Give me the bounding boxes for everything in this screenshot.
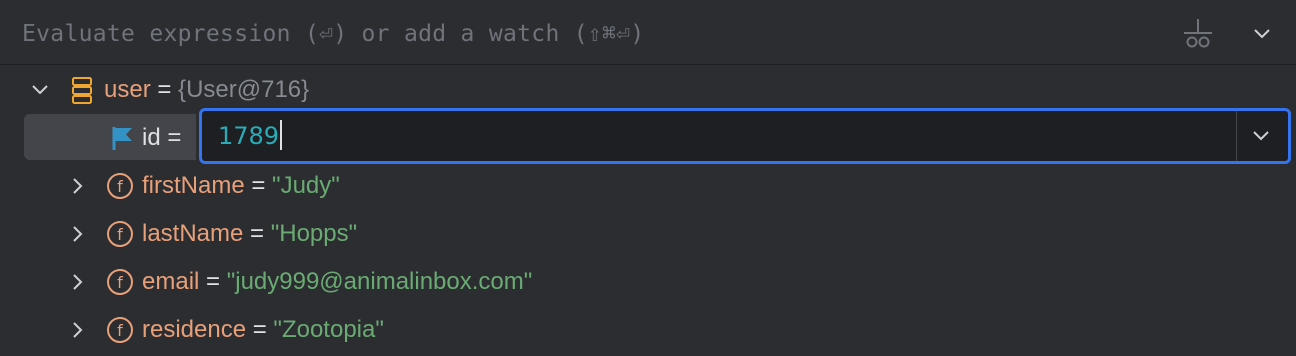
svg-text:f: f xyxy=(117,273,123,292)
chevron-right-icon[interactable] xyxy=(66,319,88,341)
chevron-down-icon[interactable] xyxy=(1248,123,1274,149)
variable-label: residence = "Zootopia" xyxy=(142,306,384,354)
variable-label: user = {User@716} xyxy=(104,66,309,114)
tree-row-user[interactable]: user = {User@716} xyxy=(0,66,1296,114)
equals-sign: = xyxy=(246,316,274,343)
variable-value: "Judy" xyxy=(272,172,340,199)
variable-label: firstName = "Judy" xyxy=(142,162,340,210)
variable-label: id = xyxy=(142,114,188,162)
field-f-icon: f xyxy=(107,221,133,247)
variable-name: firstName xyxy=(142,172,245,199)
equals-sign: = xyxy=(160,124,189,151)
value-edit-input[interactable]: 1789 xyxy=(218,111,283,161)
tree-row-field[interactable]: f email = "judy999@animalinbox.com" xyxy=(0,258,1296,306)
equals-sign: = xyxy=(243,220,271,247)
variable-name: email xyxy=(142,268,200,295)
edit-value-text: 1789 xyxy=(218,122,280,150)
chevron-right-icon[interactable] xyxy=(66,271,88,293)
equals-sign: = xyxy=(244,172,273,199)
evaluate-bar: Evaluate expression (⏎) or add a watch (… xyxy=(0,0,1296,65)
equals-sign: = xyxy=(150,76,179,103)
evaluate-expression-input[interactable]: Evaluate expression (⏎) or add a watch (… xyxy=(22,14,1122,54)
field-f-icon: f xyxy=(107,317,133,343)
object-stack-icon xyxy=(72,77,92,104)
text-caret xyxy=(280,120,283,150)
variable-value: "Hopps" xyxy=(270,220,358,247)
value-edit-field[interactable]: 1789 xyxy=(199,108,1291,164)
variable-label: lastName = "Hopps" xyxy=(142,210,357,258)
variable-value: "judy999@animalinbox.com" xyxy=(226,268,533,295)
flag-icon xyxy=(112,127,132,150)
svg-text:f: f xyxy=(117,225,123,244)
variable-name: lastName xyxy=(142,220,244,247)
field-f-icon: f xyxy=(107,173,133,199)
variable-value: "Zootopia" xyxy=(273,316,384,343)
tree-row-field[interactable]: f residence = "Zootopia" xyxy=(0,306,1296,354)
chevron-down-icon[interactable] xyxy=(29,79,51,101)
equals-sign: = xyxy=(199,268,227,295)
field-f-icon: f xyxy=(107,269,133,295)
edit-field-divider xyxy=(1236,111,1237,161)
variable-label: email = "judy999@animalinbox.com" xyxy=(142,258,532,306)
add-watch-icon[interactable] xyxy=(1180,17,1216,51)
chevron-down-icon[interactable] xyxy=(1248,20,1276,48)
tree-row-field[interactable]: f lastName = "Hopps" xyxy=(0,210,1296,258)
tree-row-field[interactable]: f firstName = "Judy" xyxy=(0,162,1296,210)
svg-text:f: f xyxy=(117,177,123,196)
variable-name: residence xyxy=(142,316,247,343)
chevron-right-icon[interactable] xyxy=(66,223,88,245)
svg-text:f: f xyxy=(117,321,123,340)
variable-value: {User@716} xyxy=(178,76,310,103)
chevron-right-icon[interactable] xyxy=(66,175,88,197)
variable-name: id xyxy=(142,124,161,151)
variable-name: user xyxy=(104,76,151,103)
